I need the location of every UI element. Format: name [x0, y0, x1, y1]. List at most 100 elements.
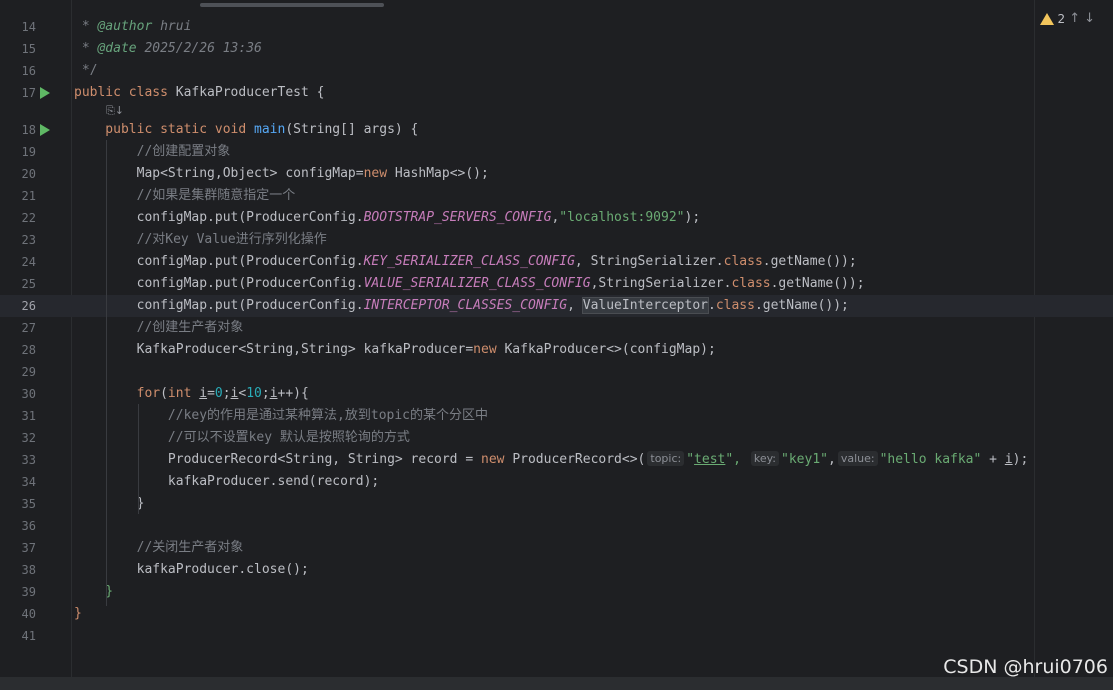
code-token: Map<String,Object> configMap=	[74, 166, 364, 181]
code-token: for	[74, 386, 161, 401]
code-line[interactable]: 34 kafkaProducer.send(record);	[0, 471, 1113, 493]
code-line[interactable]: 38 kafkaProducer.close();	[0, 559, 1113, 581]
code-line[interactable]: 20 Map<String,Object> configMap=new Hash…	[0, 163, 1113, 185]
line-number: 38	[21, 563, 36, 577]
code-token: .getName());	[762, 254, 857, 269]
code-line[interactable]: 21 //如果是集群随意指定一个	[0, 185, 1113, 207]
code-line[interactable]: 33 ProducerRecord<String, String> record…	[0, 449, 1113, 471]
code-token: ,StringSerializer.	[590, 276, 732, 291]
code-line[interactable]: 31 //key的作用是通过某种算法,放到topic的某个分区中	[0, 405, 1113, 427]
code-line[interactable]: 23 //对Key Value进行序列化操作	[0, 229, 1113, 251]
arrow-up-icon[interactable]: ↑	[1069, 11, 1080, 26]
code-text: //关闭生产者对象	[74, 537, 244, 559]
code-token: }	[74, 606, 82, 621]
code-token: .	[707, 298, 716, 313]
run-gutter-icon[interactable]	[40, 87, 50, 99]
code-token: //可以不设置key 默认是按照轮询的方式	[74, 430, 410, 445]
code-token: .getName());	[770, 276, 865, 291]
code-token: (	[160, 386, 168, 401]
inspection-widget[interactable]: 2 ↑ ↓	[1039, 11, 1095, 26]
code-token: class	[723, 254, 763, 269]
code-line[interactable]: 18 public static void main(String[] args…	[0, 119, 1113, 141]
code-line[interactable]: 29	[0, 361, 1113, 383]
code-token: (String[] args) {	[285, 122, 419, 137]
code-text: public class KafkaProducerTest {	[74, 82, 324, 104]
code-line[interactable]: 36	[0, 515, 1113, 537]
code-text: ProducerRecord<String, String> record = …	[74, 449, 1028, 471]
code-token: ,	[567, 298, 583, 313]
code-token: class	[731, 276, 771, 291]
line-number: 39	[21, 585, 36, 599]
code-line[interactable]: 28 KafkaProducer<String,String> kafkaPro…	[0, 339, 1113, 361]
code-text: //可以不设置key 默认是按照轮询的方式	[74, 427, 410, 449]
code-line[interactable]: 32 //可以不设置key 默认是按照轮询的方式	[0, 427, 1113, 449]
code-token: kafkaProducer.close();	[74, 562, 309, 577]
code-text: configMap.put(ProducerConfig.INTERCEPTOR…	[74, 295, 849, 317]
code-token: HashMap<>();	[394, 166, 489, 181]
code-token: ProducerRecord<String, String> record =	[74, 452, 481, 467]
inline-usage-hint[interactable]: ⎘↓	[106, 104, 124, 118]
code-token: //key的作用是通过某种算法,放到topic的某个分区中	[74, 408, 489, 423]
code-text: configMap.put(ProducerConfig.KEY_SERIALI…	[74, 251, 857, 273]
code-text: * @author hrui	[74, 16, 192, 38]
line-number: 17	[21, 86, 36, 100]
code-token: +	[981, 452, 1005, 467]
code-token: kafkaProducer.send(record);	[74, 474, 380, 489]
code-line[interactable]: 22 configMap.put(ProducerConfig.BOOTSTRA…	[0, 207, 1113, 229]
code-text: configMap.put(ProducerConfig.VALUE_SERIA…	[74, 273, 865, 295]
code-token: "key1"	[781, 452, 828, 467]
code-token: //创建配置对象	[74, 144, 231, 159]
code-line[interactable]: 35 }	[0, 493, 1113, 515]
code-line[interactable]: 14 * @author hrui	[0, 16, 1113, 38]
line-number: 18	[21, 123, 36, 137]
code-line[interactable]: 24 configMap.put(ProducerConfig.KEY_SERI…	[0, 251, 1113, 273]
code-text: }	[74, 603, 82, 625]
arrow-down-icon[interactable]: ↓	[1084, 11, 1095, 26]
code-line[interactable]: 19 //创建配置对象	[0, 141, 1113, 163]
code-token: ",	[725, 452, 749, 467]
horizontal-scrollbar[interactable]	[0, 677, 1113, 690]
code-token: =	[207, 386, 215, 401]
code-line[interactable]: 39 }	[0, 581, 1113, 603]
code-token: configMap.put(ProducerConfig.	[74, 276, 364, 291]
code-token: KafkaProducer<String,String> kafkaProduc…	[74, 342, 474, 357]
code-line[interactable]: 37 //关闭生产者对象	[0, 537, 1113, 559]
code-line[interactable]: 26 configMap.put(ProducerConfig.INTERCEP…	[0, 295, 1113, 317]
line-number: 26	[21, 299, 36, 313]
code-token: int	[167, 386, 200, 401]
code-text: Map<String,Object> configMap=new HashMap…	[74, 163, 489, 185]
code-token: public static void	[74, 122, 255, 137]
code-line[interactable]: 41	[0, 625, 1113, 647]
line-number: 34	[21, 475, 36, 489]
code-text: //对Key Value进行序列化操作	[74, 229, 327, 251]
code-token: ProducerRecord<>(	[512, 452, 646, 467]
code-token: hrui	[152, 19, 192, 34]
code-token: new	[363, 166, 395, 181]
horizontal-scroll-thumb[interactable]	[200, 3, 384, 7]
code-editor[interactable]: 14 * @author hrui 15 * @date 2025/2/26 13…	[0, 0, 1113, 677]
code-line[interactable]: 15 * @date 2025/2/26 13:36	[0, 38, 1113, 60]
code-text: public static void main(String[] args) {	[74, 119, 418, 141]
code-token: KEY_SERIALIZER_CLASS_CONFIG	[363, 254, 575, 269]
parameter-hint: value:	[837, 451, 878, 466]
code-line[interactable]: 25 configMap.put(ProducerConfig.VALUE_SE…	[0, 273, 1113, 295]
line-number: 20	[21, 167, 36, 181]
code-token: */	[74, 63, 98, 78]
line-number: 31	[21, 409, 36, 423]
code-line[interactable]: 27 //创建生产者对象	[0, 317, 1113, 339]
code-line[interactable]: 17 public class KafkaProducerTest {	[0, 82, 1113, 104]
code-text: //key的作用是通过某种算法,放到topic的某个分区中	[74, 405, 488, 427]
line-number: 36	[21, 519, 36, 533]
line-number: 23	[21, 233, 36, 247]
code-token: configMap.put(ProducerConfig.	[74, 210, 364, 225]
code-token: KafkaProducerTest	[175, 85, 317, 100]
code-line[interactable]: 30 for(int i=0;i<10;i++){	[0, 383, 1113, 405]
run-gutter-icon[interactable]	[40, 124, 50, 136]
code-token: new	[481, 452, 513, 467]
code-line[interactable]: 40}	[0, 603, 1113, 625]
code-line[interactable]: 16 */	[0, 60, 1113, 82]
line-number: 40	[21, 607, 36, 621]
parameter-hint: key:	[750, 451, 780, 466]
code-token: ;	[222, 386, 231, 401]
code-token: .getName());	[754, 298, 849, 313]
